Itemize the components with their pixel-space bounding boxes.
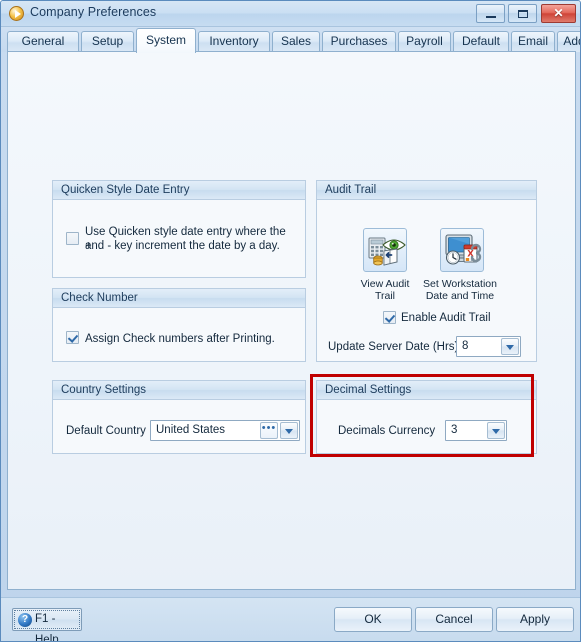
chevron-down-icon[interactable]: [487, 422, 505, 439]
minimize-button[interactable]: [476, 4, 505, 23]
company-orb-icon: [9, 6, 24, 21]
tab-email[interactable]: Email: [511, 31, 555, 52]
group-check-number: Check Number Assign Check numbers after …: [52, 288, 306, 362]
ok-button[interactable]: OK: [334, 607, 412, 632]
chevron-down-icon[interactable]: [280, 422, 298, 439]
window-title: Company Preferences: [30, 5, 157, 19]
group-body-decimal-settings: Decimals Currency 3: [317, 400, 536, 453]
view-audit-trail-caption: View Audit Trail: [343, 278, 427, 302]
close-button[interactable]: ✕: [541, 4, 576, 23]
set-workstation-caption-line1: Set Workstation: [423, 278, 497, 290]
enable-audit-trail-checkbox[interactable]: [383, 311, 396, 324]
assign-check-numbers-checkbox[interactable]: [66, 331, 79, 344]
view-audit-trail-caption-line1: View Audit: [360, 278, 410, 290]
tab-inventory[interactable]: Inventory: [198, 31, 270, 52]
enable-audit-trail-label: Enable Audit Trail: [401, 312, 491, 324]
apply-button[interactable]: Apply: [496, 607, 574, 632]
title-bar: Company Preferences ✕: [1, 1, 580, 27]
company-preferences-window: Company Preferences ✕ General Setup Syst…: [0, 0, 581, 642]
group-title-decimal-settings: Decimal Settings: [317, 381, 536, 400]
view-audit-trail-icon: [368, 237, 406, 266]
group-body-country-settings: Default Country United States •••: [53, 400, 305, 453]
view-audit-trail-caption-line2: Trail: [374, 290, 396, 302]
system-tab-page: Quicken Style Date Entry Use Quicken sty…: [7, 51, 576, 590]
default-country-browse-button[interactable]: •••: [260, 422, 278, 439]
maximize-button[interactable]: [508, 4, 537, 23]
tab-strip: General Setup System Inventory Sales Pur…: [1, 27, 580, 53]
f1-help-label: F1 - Help: [35, 613, 59, 642]
default-country-label: Default Country: [66, 425, 146, 437]
tab-sales[interactable]: Sales: [272, 31, 320, 52]
update-server-date-combobox[interactable]: 8: [456, 336, 521, 357]
assign-check-numbers-label: Assign Check numbers after Printing.: [85, 333, 275, 345]
group-audit-trail: Audit Trail View Audit Trail X Set Works…: [316, 180, 537, 362]
decimals-currency-label: Decimals Currency: [338, 425, 436, 437]
cancel-button[interactable]: Cancel: [415, 607, 493, 632]
quicken-style-date-entry-label-line2: and - key increment the date by a day.: [85, 240, 280, 252]
decimals-currency-combobox[interactable]: 3: [445, 420, 507, 441]
view-audit-trail-button[interactable]: [363, 228, 407, 272]
close-icon: ✕: [553, 6, 564, 20]
f1-help-button[interactable]: ? F1 - Help: [12, 608, 82, 641]
tab-setup[interactable]: Setup: [81, 31, 134, 52]
group-body-check-number: Assign Check numbers after Printing.: [53, 308, 305, 361]
group-title-check-number: Check Number: [53, 289, 305, 308]
group-body-quicken: Use Quicken style date entry where the +…: [53, 200, 305, 277]
maximize-icon: [518, 10, 528, 18]
group-quicken-style-date-entry: Quicken Style Date Entry Use Quicken sty…: [52, 180, 306, 278]
tab-add-ons[interactable]: Add-Ons: [557, 31, 580, 52]
tab-payroll[interactable]: Payroll: [398, 31, 451, 52]
default-country-value: United States: [156, 424, 226, 436]
quicken-style-date-entry-checkbox[interactable]: [66, 232, 79, 245]
decimals-currency-value: 3: [451, 424, 458, 436]
tab-purchases[interactable]: Purchases: [322, 31, 396, 52]
group-title-quicken: Quicken Style Date Entry: [53, 181, 305, 200]
group-country-settings: Country Settings Default Country United …: [52, 380, 306, 454]
group-body-audit-trail: View Audit Trail X Set Workstation Date …: [317, 200, 536, 361]
tab-system[interactable]: System: [136, 28, 196, 53]
group-title-country-settings: Country Settings: [53, 381, 305, 400]
set-workstation-date-time-icon: X: [445, 234, 482, 265]
chevron-down-icon[interactable]: [501, 338, 519, 355]
group-title-audit-trail: Audit Trail: [317, 181, 536, 200]
dialog-footer: [1, 597, 580, 641]
set-workstation-caption-line2: Date and Time: [425, 290, 495, 302]
set-workstation-date-time-button[interactable]: X: [440, 228, 484, 272]
help-icon: ?: [18, 613, 32, 627]
set-workstation-date-time-caption: Set Workstation Date and Time: [418, 278, 502, 302]
default-country-combobox[interactable]: United States •••: [150, 420, 300, 441]
group-decimal-settings: Decimal Settings Decimals Currency 3: [316, 380, 537, 454]
update-server-date-label: Update Server Date (Hrs): [328, 341, 459, 353]
tab-general[interactable]: General: [7, 31, 79, 52]
minimize-icon: [486, 16, 496, 18]
update-server-date-value: 8: [462, 340, 469, 352]
tab-default[interactable]: Default: [453, 31, 509, 52]
